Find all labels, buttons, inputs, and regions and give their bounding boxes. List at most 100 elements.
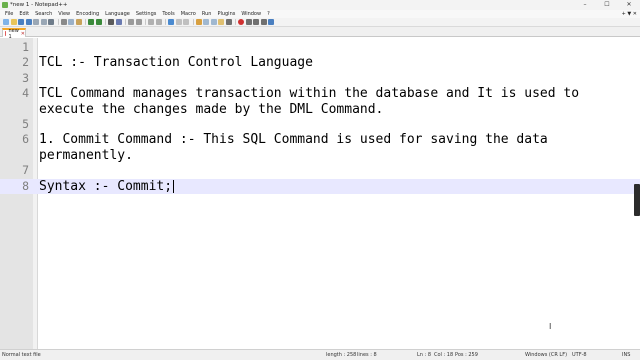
editor-line-wrapped[interactable]: permanently. <box>0 148 640 163</box>
line-text-with-caret: Syntax :- Commit; <box>39 178 175 194</box>
toolbar-separator <box>85 19 86 25</box>
menu-search[interactable]: Search <box>32 10 55 18</box>
copy-icon[interactable] <box>68 19 74 25</box>
zoom-in-icon[interactable] <box>128 19 134 25</box>
undo-icon[interactable] <box>88 19 94 25</box>
tab-close-icon[interactable]: ✕ <box>21 31 25 37</box>
toolbar-separator <box>192 19 194 25</box>
line-number: 6 <box>22 132 29 147</box>
menu-edit[interactable]: Edit <box>16 10 32 18</box>
title-bar: *new 1 - Notepad++ – ☐ ✕ <box>0 0 640 10</box>
editor-line[interactable]: 6 1. Commit Command :- This SQL Command … <box>0 132 640 147</box>
unsaved-file-icon <box>5 31 7 36</box>
window-title: *new 1 - Notepad++ <box>10 2 68 8</box>
find-icon[interactable] <box>108 19 114 25</box>
line-number: 4 <box>22 86 29 101</box>
save-icon[interactable] <box>18 19 24 25</box>
zoom-out-icon[interactable] <box>135 19 142 25</box>
status-length: length : 258 <box>326 352 357 358</box>
save-macro-icon[interactable] <box>268 19 274 25</box>
status-file-type: Normal text file <box>2 352 41 358</box>
status-bar: Normal text file length : 258 lines : 8 … <box>0 349 640 360</box>
menu-plugins[interactable]: Plugins <box>214 10 238 18</box>
print-icon[interactable] <box>48 19 54 25</box>
play-macro-icon[interactable] <box>253 19 259 25</box>
side-panel-handle[interactable] <box>634 184 640 216</box>
line-text: permanently. <box>39 147 133 163</box>
doc-map-icon[interactable] <box>203 19 209 25</box>
line-number: 3 <box>22 70 29 85</box>
menu-window[interactable]: Window <box>238 10 264 18</box>
new-icon[interactable] <box>3 19 9 25</box>
close-icon[interactable] <box>33 19 39 25</box>
toolbar-separator <box>235 19 236 25</box>
line-number: 5 <box>22 117 29 131</box>
status-encoding: UTF-8 <box>572 352 587 358</box>
mouse-ibeam-cursor: I <box>549 322 552 331</box>
editor-line[interactable]: 3 <box>0 71 640 86</box>
editor-line[interactable]: 4 TCL Command manages transaction within… <box>0 86 640 101</box>
redo-icon[interactable] <box>95 19 102 25</box>
editor-line-wrapped[interactable]: execute the changes made by the DML Comm… <box>0 102 640 117</box>
line-number: 1 <box>22 40 29 54</box>
line-text: Syntax :- Commit; <box>39 178 173 194</box>
editor-line[interactable]: 5 <box>0 117 640 132</box>
sync-v-icon[interactable] <box>148 19 154 25</box>
toolbar-separator <box>145 19 146 25</box>
editor-line-current[interactable]: 8 Syntax :- Commit; <box>0 178 640 194</box>
menu-run[interactable]: Run <box>199 10 215 18</box>
paste-icon[interactable] <box>75 19 82 25</box>
text-caret <box>173 179 175 193</box>
close-window-button[interactable]: ✕ <box>618 0 640 10</box>
folder-workspace-icon[interactable] <box>218 19 224 25</box>
menu-right-controls[interactable]: + ▼ ✕ <box>622 10 637 18</box>
minimize-button[interactable]: – <box>574 0 596 10</box>
menu-settings[interactable]: Settings <box>133 10 160 18</box>
all-chars-icon[interactable] <box>175 19 182 25</box>
line-number: 2 <box>22 55 29 70</box>
toolbar-separator <box>105 19 106 25</box>
window-controls: – ☐ ✕ <box>574 0 640 10</box>
line-text: TCL :- Transaction Control Language <box>39 55 313 71</box>
editor-line[interactable]: 2 TCL :- Transaction Control Language <box>0 55 640 70</box>
editor-line[interactable]: 1 <box>0 40 640 55</box>
cut-icon[interactable] <box>60 19 67 25</box>
menu-view[interactable]: View <box>55 10 73 18</box>
toolbar-separator <box>165 19 166 25</box>
editor-area[interactable]: 1 2 TCL :- Transaction Control Language … <box>0 38 640 349</box>
maximize-button[interactable]: ☐ <box>596 0 618 10</box>
status-pos: Pos : 259 <box>455 352 478 358</box>
status-ln: Ln : 8 <box>417 352 431 358</box>
status-insert-mode: INS <box>622 352 631 358</box>
open-icon[interactable] <box>10 19 17 25</box>
indent-guide-icon[interactable] <box>183 19 189 25</box>
save-all-icon[interactable] <box>25 19 32 25</box>
line-number: 8 <box>22 178 29 193</box>
tab-new-1[interactable]: new 1 ✕ <box>2 28 26 40</box>
menu-macro[interactable]: Macro <box>178 10 199 18</box>
udl-icon[interactable] <box>195 19 202 25</box>
menu-file[interactable]: File <box>2 10 16 18</box>
record-macro-icon[interactable] <box>238 19 244 25</box>
close-all-icon[interactable] <box>40 19 47 25</box>
run-macro-multiple-icon[interactable] <box>260 19 267 25</box>
editor-line[interactable]: 7 <box>0 163 640 178</box>
line-text: execute the changes made by the DML Comm… <box>39 101 384 117</box>
word-wrap-icon[interactable] <box>168 19 174 25</box>
status-lines: lines : 8 <box>357 352 377 358</box>
notepad-plus-plus-icon <box>2 2 8 8</box>
monitor-icon[interactable] <box>225 19 232 25</box>
function-list-icon[interactable] <box>210 19 217 25</box>
toolbar <box>0 18 640 27</box>
status-col: Col : 18 <box>434 352 454 358</box>
menu-encoding[interactable]: Encoding <box>73 10 102 18</box>
toolbar-separator <box>57 19 59 25</box>
menu-tools[interactable]: Tools <box>159 10 177 18</box>
stop-macro-icon[interactable] <box>245 19 252 25</box>
menu-language[interactable]: Language <box>102 10 133 18</box>
menu-help[interactable]: ? <box>264 10 273 18</box>
replace-icon[interactable] <box>115 19 122 25</box>
sync-h-icon[interactable] <box>155 19 162 25</box>
toolbar-separator <box>125 19 126 25</box>
status-eol: Windows (CR LF) <box>525 352 568 358</box>
